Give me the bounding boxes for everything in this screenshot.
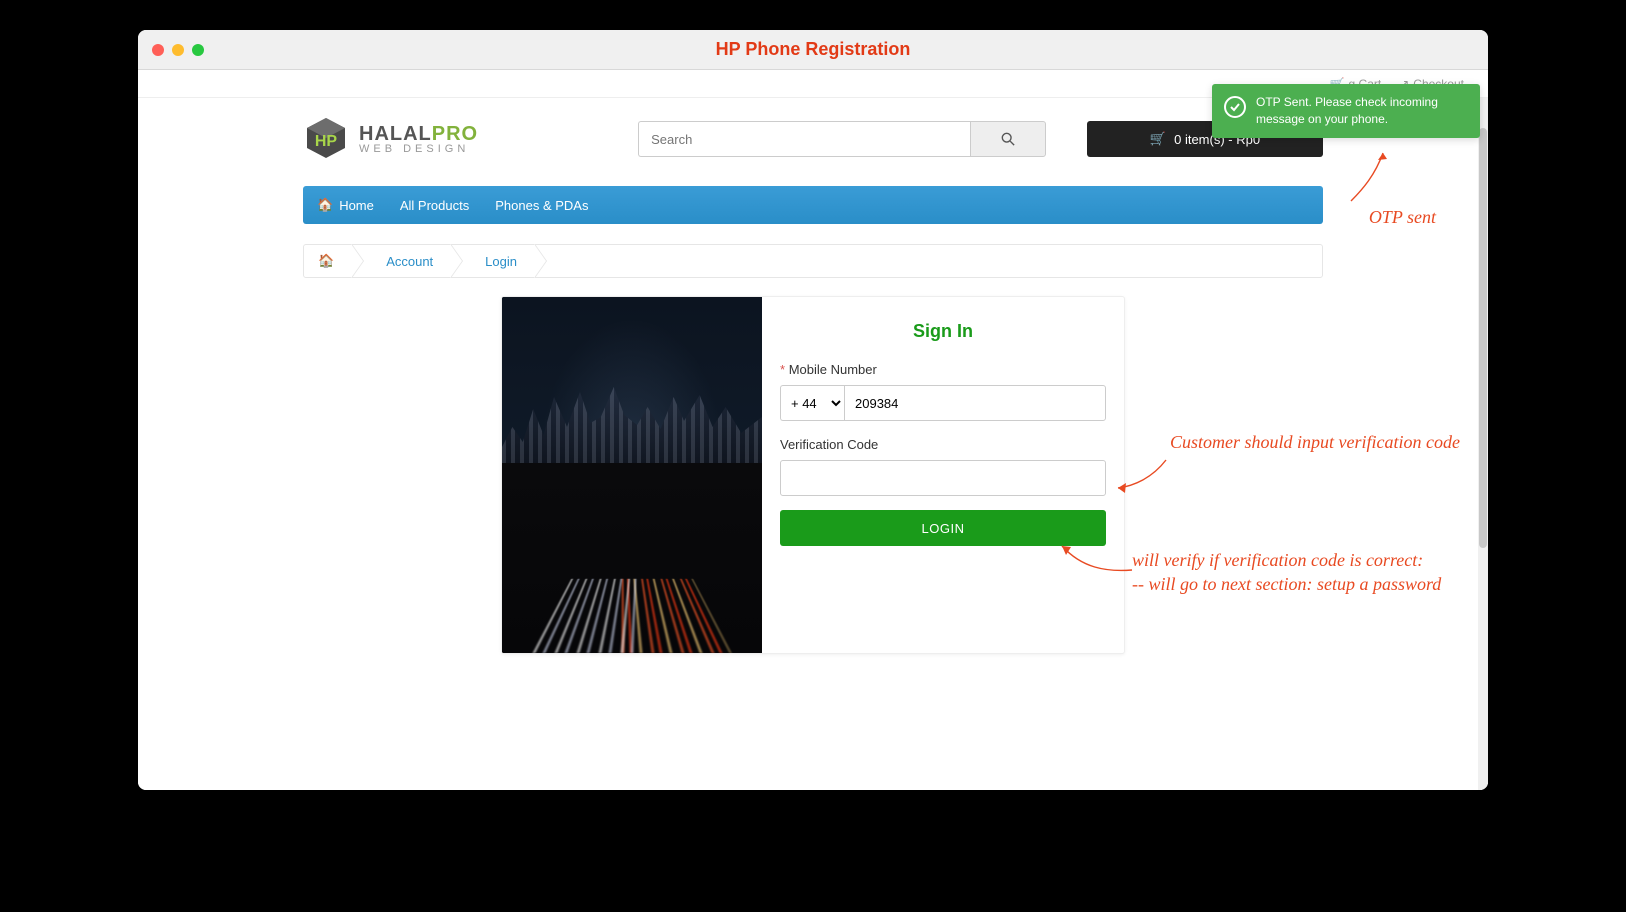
logo-text-dark: HALAL <box>359 123 432 145</box>
cart-icon: 🛒 <box>1150 131 1166 147</box>
maximize-window-button[interactable] <box>192 44 204 56</box>
mobile-number-label: * Mobile Number <box>780 362 877 377</box>
chevron-right-icon <box>352 244 364 278</box>
annotation-login-text-2: -- will go to next section: setup a pass… <box>1132 572 1488 596</box>
nav-phones-pdas[interactable]: Phones & PDAs <box>495 198 588 213</box>
verification-code-label: Verification Code <box>780 437 1106 452</box>
logo-text-accent: PRO <box>432 123 478 145</box>
svg-text:HP: HP <box>315 133 338 150</box>
search-button[interactable] <box>970 121 1046 157</box>
breadcrumb-login-label: Login <box>485 254 517 269</box>
annotation-otp-sent: OTP sent <box>1369 205 1436 229</box>
home-icon: 🏠 <box>318 253 334 269</box>
breadcrumb: 🏠 Account Login <box>303 244 1323 278</box>
header-row: HP HALALPRO WEB DESIGN <box>303 116 1323 162</box>
signin-heading: Sign In <box>780 321 1106 342</box>
logo-mark-icon: HP <box>303 116 349 162</box>
annotation-verify-code: Customer should input verification code <box>1170 430 1488 454</box>
close-window-button[interactable] <box>152 44 164 56</box>
nav-home-label: Home <box>339 198 374 213</box>
signin-form-panel: Sign In * Mobile Number + 44 Verific <box>762 297 1124 653</box>
annotation-verify-code-text: Customer should input verification code <box>1170 432 1460 452</box>
annotation-login-action: will verify if verification code is corr… <box>1132 548 1488 597</box>
mobile-number-input[interactable] <box>844 385 1106 421</box>
login-button[interactable]: LOGIN <box>780 510 1106 546</box>
check-icon <box>1224 96 1246 118</box>
signin-image <box>502 297 762 653</box>
breadcrumb-account-label: Account <box>386 254 433 269</box>
window-title: HP Phone Registration <box>716 39 911 60</box>
site-logo[interactable]: HP HALALPRO WEB DESIGN <box>303 116 478 162</box>
page-content: 🛒 g Cart ↗ Checkout HP <box>138 70 1488 790</box>
search-box <box>638 121 1046 157</box>
logo-text: HALALPRO WEB DESIGN <box>359 124 478 155</box>
signin-card: Sign In * Mobile Number + 44 Verific <box>501 296 1125 654</box>
breadcrumb-login[interactable]: Login <box>463 245 535 277</box>
otp-sent-toast: OTP Sent. Please check incoming message … <box>1212 84 1480 138</box>
breadcrumb-account[interactable]: Account <box>364 245 451 277</box>
nav-home[interactable]: 🏠 Home <box>317 197 374 213</box>
logo-subtext: WEB DESIGN <box>359 144 478 155</box>
toast-message: OTP Sent. Please check incoming message … <box>1256 95 1438 126</box>
chevron-right-icon <box>535 244 547 278</box>
minimize-window-button[interactable] <box>172 44 184 56</box>
country-code-select[interactable]: + 44 <box>780 385 844 421</box>
annotation-login-text-1: will verify if verification code is corr… <box>1132 548 1488 572</box>
nav-all-products[interactable]: All Products <box>400 198 469 213</box>
required-asterisk: * <box>780 362 785 377</box>
chevron-right-icon <box>451 244 463 278</box>
breadcrumb-home[interactable]: 🏠 <box>304 245 352 277</box>
verification-code-input[interactable] <box>780 460 1106 496</box>
search-input[interactable] <box>638 121 970 157</box>
main-nav: 🏠 Home All Products Phones & PDAs <box>303 186 1323 224</box>
scrollbar-thumb[interactable] <box>1479 128 1487 548</box>
browser-window: HP Phone Registration 🛒 g Cart ↗ Checkou… <box>138 30 1488 790</box>
home-icon: 🏠 <box>317 197 333 213</box>
search-icon <box>1001 132 1015 146</box>
mobile-number-label-text: Mobile Number <box>789 362 877 377</box>
window-titlebar: HP Phone Registration <box>138 30 1488 70</box>
traffic-lights <box>152 44 204 56</box>
